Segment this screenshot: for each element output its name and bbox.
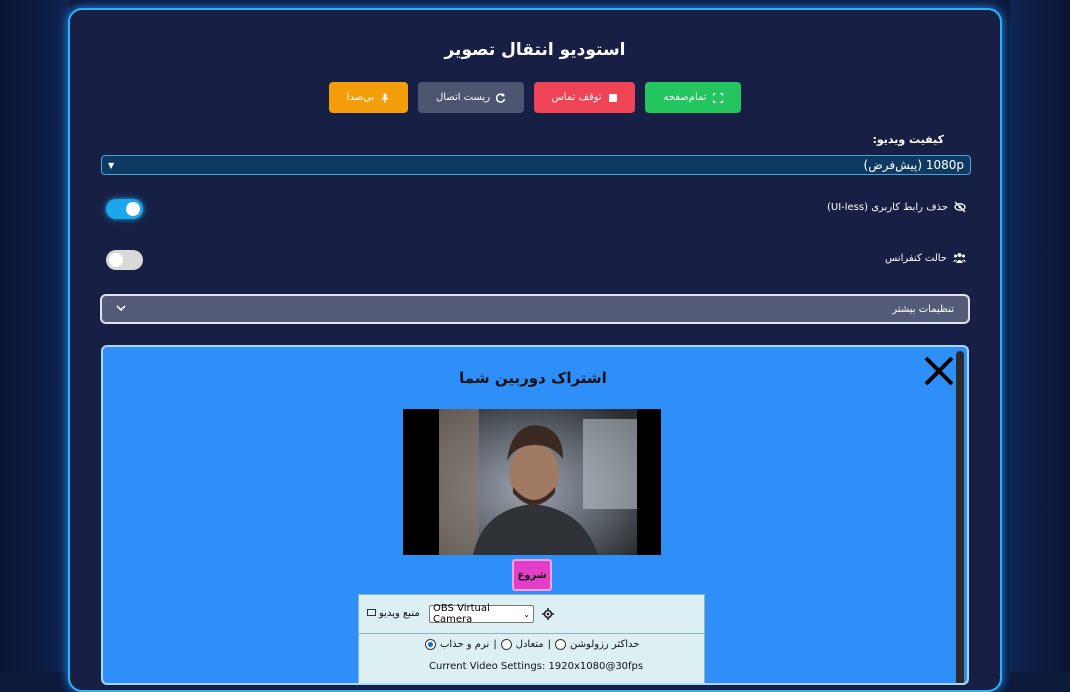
ui-less-toggle[interactable]	[106, 199, 143, 219]
gear-icon[interactable]	[542, 608, 554, 620]
reset-connection-label: ریست اتصال	[435, 92, 491, 103]
more-settings-label: تنظیمات بیشتر	[892, 303, 954, 315]
users-icon	[953, 253, 966, 263]
current-settings-text: Current Video Settings: 1920x1080@30fps	[429, 661, 644, 672]
separator: |	[493, 639, 497, 650]
toggle-knob	[109, 253, 123, 267]
video-quality-value: 1080p (پیش‌فرض)	[863, 158, 964, 172]
video-source-row: OBS Virtual Camera ⌄ منبع ویدیو	[359, 595, 704, 634]
video-quality-select[interactable]: 1080p (پیش‌فرض) ▼	[101, 155, 971, 175]
camera-feed-image	[403, 409, 661, 555]
radio-smooth-label: نرم و حذاب	[440, 639, 490, 650]
video-source-select[interactable]: OBS Virtual Camera ⌄	[429, 603, 534, 625]
share-title: اشتراک دوربین شما	[459, 369, 607, 387]
separator: |	[547, 639, 552, 650]
page-title: استودیو انتقال تصویر	[444, 40, 626, 60]
mute-button[interactable]: بی‌صدا	[329, 82, 408, 113]
refresh-icon	[496, 92, 506, 103]
video-source-label: منبع ویدیو	[379, 608, 420, 619]
expand-icon	[712, 92, 723, 103]
radio-balanced[interactable]	[500, 639, 512, 650]
more-settings-accordion[interactable]: تنظیمات بیشتر	[100, 294, 970, 324]
monitor-icon	[367, 609, 376, 616]
scrollbar[interactable]	[956, 351, 964, 683]
video-quality-label: کیفیت ویدیو:	[872, 133, 944, 146]
video-settings-box: OBS Virtual Camera ⌄ منبع ویدیو نرم و حذ…	[358, 594, 705, 683]
fullscreen-label: تمام‌صفحه	[663, 92, 707, 103]
close-icon[interactable]	[923, 355, 955, 387]
conference-label: حالت کنفرانس	[885, 252, 947, 264]
right-background	[1010, 0, 1070, 672]
stop-call-label: توقف تماس	[551, 92, 602, 103]
fullscreen-button[interactable]: تمام‌صفحه	[645, 82, 741, 113]
chevron-down-icon: ▼	[108, 160, 115, 170]
conference-toggle[interactable]	[106, 250, 143, 270]
radio-balanced-label: متعادل	[515, 639, 544, 650]
stop-icon	[608, 93, 617, 102]
eye-slash-icon	[954, 201, 966, 213]
conference-option: حالت کنفرانس	[885, 252, 966, 264]
radio-smooth[interactable]	[425, 639, 436, 650]
start-button[interactable]: شروع	[512, 559, 552, 591]
studio-panel: استودیو انتقال تصویر بی‌صدا ریست اتصال ت…	[68, 8, 1002, 692]
left-background	[0, 0, 70, 672]
quality-radio-group: نرم و حذاب | متعادل | حداکثر رزولوشن	[425, 639, 639, 650]
microphone-icon	[381, 93, 389, 103]
stop-call-button[interactable]: توقف تماس	[534, 82, 635, 113]
reset-connection-button[interactable]: ریست اتصال	[418, 82, 524, 113]
camera-preview	[403, 409, 661, 555]
mute-label: بی‌صدا	[346, 92, 375, 103]
ui-less-option: حذف رابط کاربری (UI-less)	[827, 201, 966, 213]
toggle-knob	[126, 202, 140, 216]
camera-share-panel: اشتراک دوربین شما شروع OBS Virtual Camer…	[101, 345, 969, 685]
radio-max-resolution[interactable]	[555, 639, 567, 650]
chevron-down-icon: ⌄	[523, 609, 530, 619]
radio-max-resolution-label: حداکثر رزولوشن	[570, 639, 640, 650]
video-source-value: OBS Virtual Camera	[433, 603, 490, 625]
ui-less-label: حذف رابط کاربری (UI-less)	[826, 201, 948, 213]
chevron-down-icon	[116, 304, 126, 315]
